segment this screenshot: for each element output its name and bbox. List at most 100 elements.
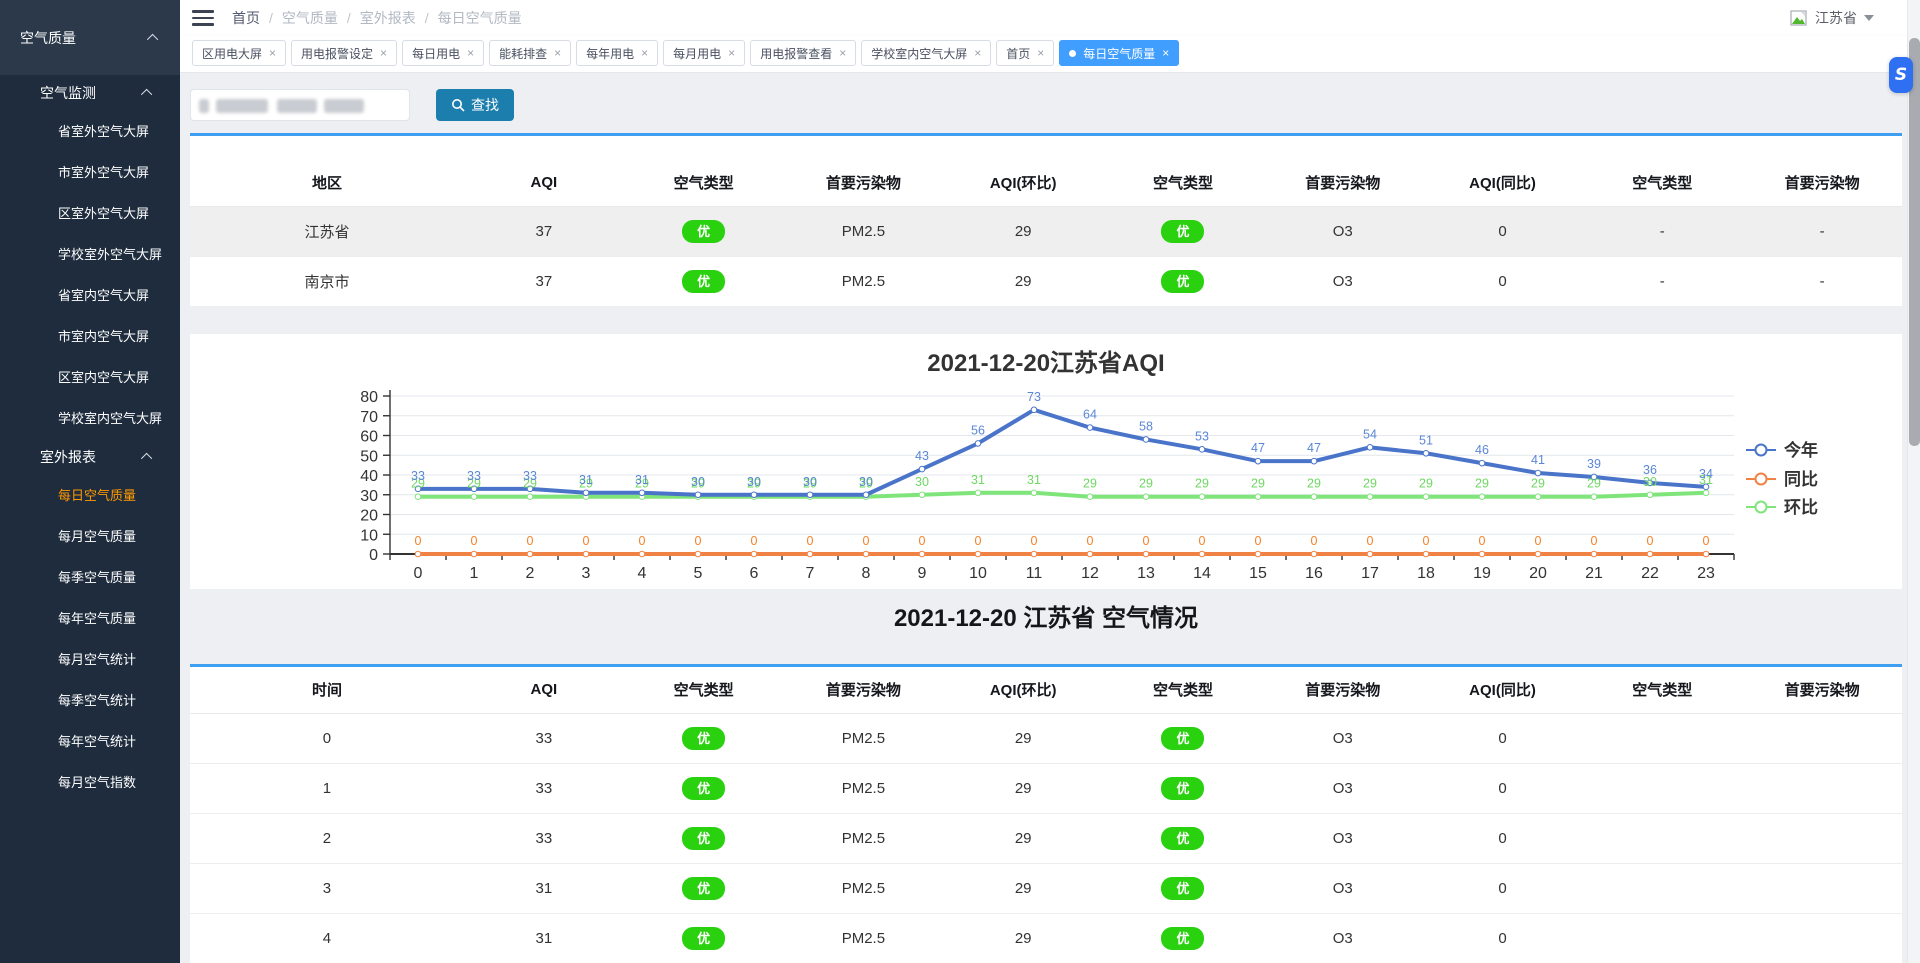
table-row[interactable]: 133优PM2.529优O30 (190, 763, 1902, 813)
breadcrumb-item[interactable]: 室外报表 (360, 8, 416, 28)
table-cell: 0 (1423, 256, 1583, 306)
svg-text:29: 29 (1531, 477, 1545, 491)
table-header-cell: AQI(环比) (943, 160, 1103, 206)
scrollbar-thumb[interactable] (1909, 38, 1920, 446)
tab-label: 每日用电 (412, 45, 460, 62)
sidebar-item-市室内空气大屏[interactable]: 市室内空气大屏 (0, 316, 180, 357)
sidebar-item-学校室外空气大屏[interactable]: 学校室外空气大屏 (0, 234, 180, 275)
sidebar-item-每季空气统计[interactable]: 每季空气统计 (0, 680, 180, 721)
svg-text:7: 7 (806, 565, 815, 582)
svg-text:1: 1 (470, 565, 479, 582)
legend-item-环比[interactable]: 环比 (1746, 497, 1818, 517)
table-row[interactable]: 431优PM2.529优O30 (190, 913, 1902, 963)
svg-text:29: 29 (1251, 477, 1265, 491)
search-input[interactable] (190, 89, 410, 121)
close-tab-icon[interactable]: × (728, 47, 735, 59)
table-row[interactable]: 233优PM2.529优O30 (190, 813, 1902, 863)
tab-用电报警设定[interactable]: 用电报警设定× (291, 40, 397, 66)
svg-text:0: 0 (975, 534, 982, 548)
close-tab-icon[interactable]: × (269, 47, 276, 59)
svg-text:20: 20 (360, 508, 378, 525)
table-row[interactable]: 331优PM2.529优O30 (190, 863, 1902, 913)
sidebar-item-省室内空气大屏[interactable]: 省室内空气大屏 (0, 275, 180, 316)
table-cell (1742, 713, 1902, 763)
sidebar-group-2[interactable]: 室外报表 (0, 439, 180, 475)
table-header-cell: AQI(同比) (1423, 160, 1583, 206)
svg-text:0: 0 (1255, 534, 1262, 548)
tab-学校室内空气大屏[interactable]: 学校室内空气大屏× (861, 40, 991, 66)
close-tab-icon[interactable]: × (641, 47, 648, 59)
svg-text:54: 54 (1363, 427, 1377, 441)
table-cell: 29 (943, 713, 1103, 763)
breadcrumb-item[interactable]: 首页 (232, 8, 260, 28)
svg-text:0: 0 (1087, 534, 1094, 548)
sidebar-item-每季空气质量[interactable]: 每季空气质量 (0, 557, 180, 598)
table-cell: 29 (943, 913, 1103, 963)
sidebar-item-省室外空气大屏[interactable]: 省室外空气大屏 (0, 111, 180, 152)
sidebar-item-每年空气统计[interactable]: 每年空气统计 (0, 721, 180, 762)
legend-item-同比[interactable]: 同比 (1746, 469, 1818, 489)
main-area: 首页/空气质量/室外报表/每日空气质量 江苏省 区用电大屏×用电报警设定×每日用… (180, 0, 1920, 963)
table-row[interactable]: 033优PM2.529优O30 (190, 713, 1902, 763)
table-header-cell: 首要污染物 (1263, 160, 1423, 206)
tab-区用电大屏[interactable]: 区用电大屏× (192, 40, 286, 66)
tab-label: 每年用电 (586, 45, 634, 62)
sidebar-item-区室内空气大屏[interactable]: 区室内空气大屏 (0, 357, 180, 398)
tab-每年用电[interactable]: 每年用电 × (576, 40, 658, 66)
close-tab-icon[interactable]: × (839, 47, 846, 59)
svg-text:0: 0 (1031, 534, 1038, 548)
svg-text:5: 5 (694, 565, 703, 582)
svg-text:0: 0 (863, 534, 870, 548)
sidebar-item-每月空气统计[interactable]: 每月空气统计 (0, 639, 180, 680)
tab-每月用电[interactable]: 每月用电× (663, 40, 745, 66)
tab-首页[interactable]: 首页× (996, 40, 1054, 66)
legend-item-今年[interactable]: 今年 (1746, 440, 1818, 460)
close-tab-icon[interactable]: × (974, 47, 981, 59)
sidebar-item-每月空气指数[interactable]: 每月空气指数 (0, 762, 180, 803)
aqi-line-chart[interactable]: 0102030405060708001234567891011121314151… (190, 374, 1902, 586)
svg-text:43: 43 (915, 449, 929, 463)
svg-text:29: 29 (1363, 477, 1377, 491)
sidebar-item-每日空气质量[interactable]: 每日空气质量 (0, 475, 180, 516)
table-cell: O3 (1263, 863, 1423, 913)
tab-每日空气质量[interactable]: 每日空气质量× (1059, 40, 1179, 66)
svg-text:47: 47 (1307, 441, 1321, 455)
sidebar-item-学校室内空气大屏[interactable]: 学校室内空气大屏 (0, 398, 180, 439)
table-cell (1742, 813, 1902, 863)
breadcrumb-item[interactable]: 空气质量 (282, 8, 338, 28)
search-button[interactable]: 查找 (436, 89, 514, 121)
section-title: 2021-12-20 江苏省 空气情况 (190, 604, 1902, 634)
sidebar-root-air-quality[interactable]: 空气质量 (0, 0, 180, 75)
table-cell: PM2.5 (784, 813, 944, 863)
close-tab-icon[interactable]: × (1037, 47, 1044, 59)
sidebar-item-每月空气质量[interactable]: 每月空气质量 (0, 516, 180, 557)
svg-text:0: 0 (807, 534, 814, 548)
tab-能耗排查[interactable]: 能耗排查× (489, 40, 571, 66)
scrollbar[interactable] (1907, 0, 1920, 963)
table-header-row: 地区AQI空气类型首要污染物AQI(环比)空气类型首要污染物AQI(同比)空气类… (190, 160, 1902, 206)
close-tab-icon[interactable]: × (1162, 47, 1169, 59)
table-header-cell: 空气类型 (1103, 160, 1263, 206)
breadcrumb-item[interactable]: 每日空气质量 (438, 8, 522, 28)
svg-text:50: 50 (360, 448, 378, 465)
sidebar-item-市室外空气大屏[interactable]: 市室外空气大屏 (0, 152, 180, 193)
table-row[interactable]: 南京市37优PM2.529优O30-- (190, 256, 1902, 306)
close-tab-icon[interactable]: × (554, 47, 561, 59)
tab-用电报警查看[interactable]: 用电报警查看× (750, 40, 856, 66)
tab-每日用电[interactable]: 每日用电 × (402, 40, 484, 66)
sidebar-item-区室外空气大屏[interactable]: 区室外空气大屏 (0, 193, 180, 234)
table-header-cell: AQI(同比) (1423, 667, 1583, 713)
table-cell: PM2.5 (784, 713, 944, 763)
table-cell: 29 (943, 256, 1103, 306)
floating-widget-button[interactable]: S (1889, 57, 1913, 93)
table-cell: 优 (624, 206, 784, 256)
table-cell: O3 (1263, 256, 1423, 306)
hamburger-menu-icon[interactable] (192, 10, 214, 26)
sidebar-group-1[interactable]: 空气监测 (0, 75, 180, 111)
region-selector[interactable]: 江苏省 (1790, 8, 1908, 28)
close-tab-icon[interactable]: × (380, 47, 387, 59)
close-tab-icon[interactable]: × (467, 47, 474, 59)
svg-text:0: 0 (751, 534, 758, 548)
sidebar-item-每年空气质量[interactable]: 每年空气质量 (0, 598, 180, 639)
table-row[interactable]: 江苏省37优PM2.529优O30-- (190, 206, 1902, 256)
